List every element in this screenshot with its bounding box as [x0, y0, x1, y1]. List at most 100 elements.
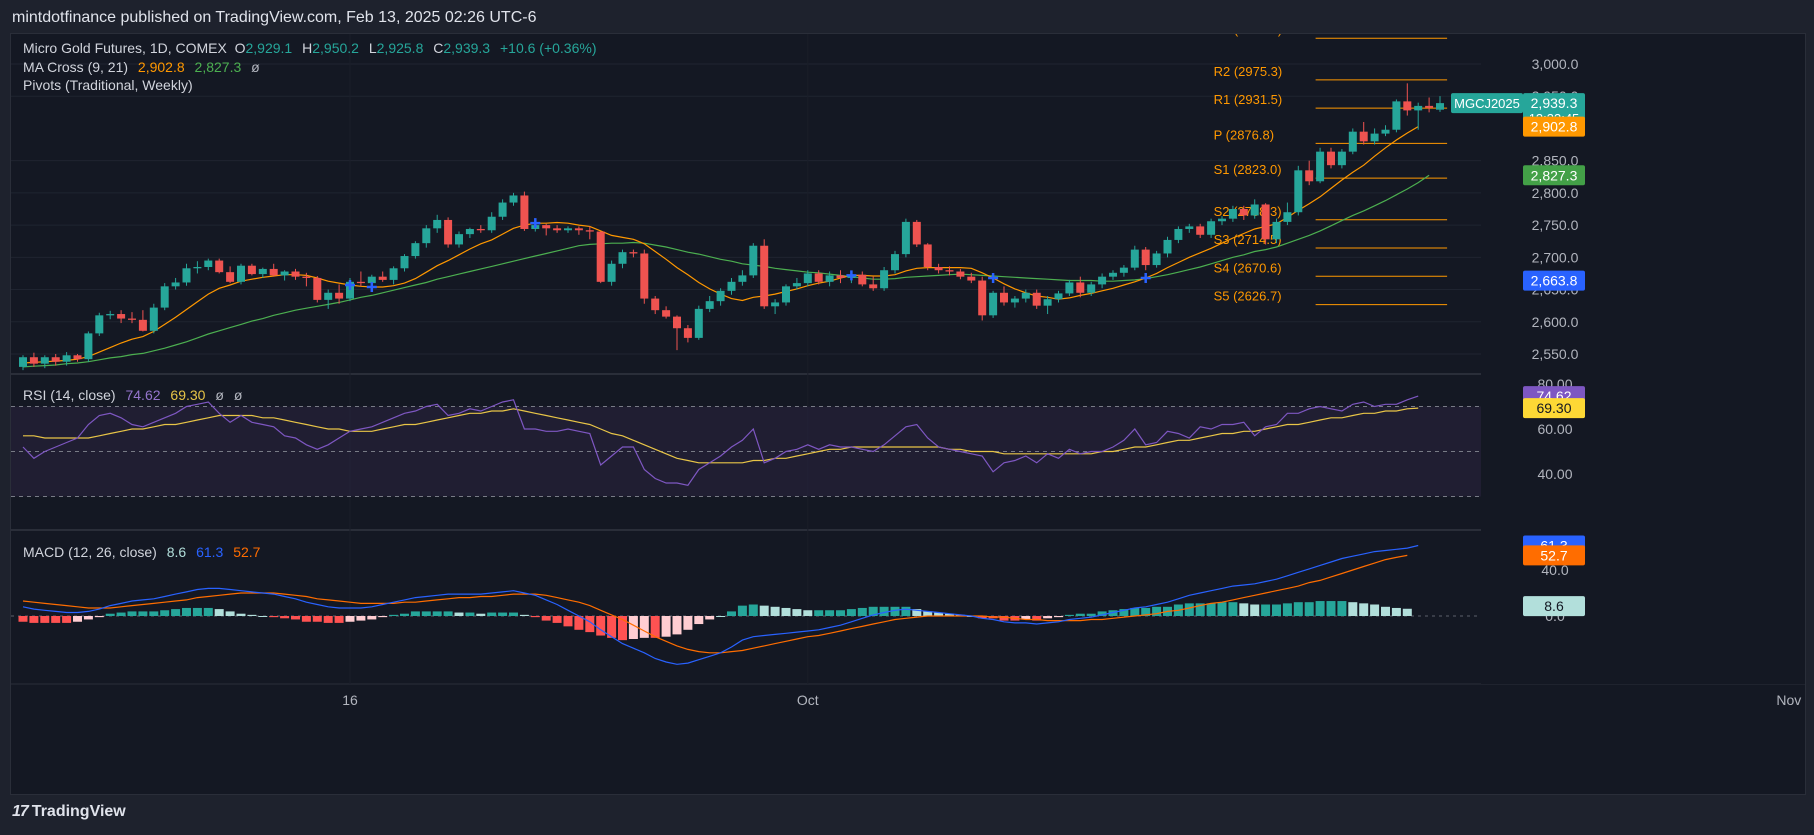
candle-body [564, 228, 572, 231]
price-tick-label: 2,700.0 [1532, 249, 1579, 265]
candle-body [1000, 292, 1008, 303]
candle-body [542, 225, 551, 229]
symbol-tag-text: MGCJ2025 [1454, 96, 1520, 111]
candle-body [520, 195, 529, 229]
macd-hist-bar [1250, 604, 1260, 616]
macd-tag-signal-text: 52.7 [1540, 547, 1567, 563]
macd-hist-bar [400, 613, 409, 616]
candle-body [313, 277, 322, 300]
candle-body [335, 292, 344, 299]
tradingview-logo[interactable]: 17 TradingView [12, 803, 126, 821]
candle-body [901, 221, 910, 255]
ma-cross-marker [988, 272, 999, 283]
macd-hist-bar [1075, 613, 1085, 616]
candle-body [1250, 204, 1259, 216]
candle-body [389, 268, 398, 280]
macd-hist-bar [1326, 601, 1336, 616]
candle-body [1425, 105, 1434, 108]
pivot-label: S3 (2714.5) [1214, 232, 1282, 247]
macd-hist-bar [465, 612, 475, 616]
candle-body [825, 275, 834, 282]
candle-body [1337, 151, 1346, 166]
macd-hist-bar [705, 616, 715, 620]
candle-body [912, 221, 921, 245]
macd-hist-bar [825, 610, 835, 616]
macd-hist-bar [672, 616, 682, 635]
ma-fast-value: 2,902.8 [137, 59, 185, 75]
price-tick-label: 2,800.0 [1532, 185, 1579, 201]
candle-body [487, 216, 496, 231]
candle-body [1152, 253, 1161, 266]
ma-cross-legend[interactable]: MA Cross (9, 21) 2,902.8 2,827.3 ø [23, 59, 260, 75]
price-tag-cross-text: 2,663.8 [1531, 273, 1578, 289]
candle-body [891, 254, 899, 271]
macd-hist-bar [509, 612, 518, 616]
macd-hist-bar [94, 616, 104, 618]
macd-hist-bar [258, 616, 268, 617]
macd-hist-bar [552, 616, 562, 623]
candle-body [1163, 239, 1172, 254]
macd-hist-bar [737, 605, 747, 616]
macd-hist-bar [73, 616, 82, 622]
candle-body [1076, 282, 1085, 293]
macd-hist-bar [814, 610, 824, 616]
macd-hist-bar [857, 607, 867, 616]
close-label: C [433, 40, 444, 56]
brand-name: TradingView [31, 803, 126, 820]
candle-body [215, 260, 224, 273]
rsi-null-icon: ø [215, 387, 224, 403]
chart-svg[interactable]: R3 (3040.0) R2 (2975.3) R1 (2931.5) P (2876… [11, 34, 1805, 794]
candle-body [1065, 282, 1074, 294]
candle-body [651, 298, 660, 311]
candle-body [1032, 292, 1041, 306]
macd-hist-bar [716, 616, 726, 617]
rsi-tick-label: 60.00 [1537, 421, 1572, 437]
macd-hist-bar [323, 616, 333, 623]
pivots-title: Pivots (Traditional, Weekly) [23, 77, 193, 93]
candle-body [1010, 298, 1019, 303]
candle-body [455, 234, 463, 245]
candle-body [193, 267, 202, 269]
chart-area[interactable]: R3 (3040.0) R2 (2975.3) R1 (2931.5) P (2876… [10, 33, 1806, 795]
candle-body [1098, 276, 1107, 285]
macd-hist-bar [421, 611, 431, 616]
candle-body [705, 301, 714, 309]
price-tag-price-text: 2,939.3 [1531, 95, 1578, 111]
price-tick-label: 3,000.0 [1532, 56, 1579, 72]
macd-hist-bar [530, 616, 540, 618]
low-label: L [368, 40, 377, 56]
pivots-legend[interactable]: Pivots (Traditional, Weekly) [23, 77, 193, 93]
macd-hist-bar [1315, 601, 1325, 616]
ma-null-icon: ø [251, 59, 260, 75]
candle-body [934, 267, 943, 271]
candle-body [1228, 209, 1237, 219]
macd-hist-bar [1304, 602, 1314, 616]
macd-legend[interactable]: MACD (12, 26, close) 8.6 61.3 52.7 [23, 544, 260, 560]
candle-body [738, 275, 747, 282]
candle-body [716, 290, 725, 302]
ma-slow-value: 2,827.3 [194, 59, 242, 75]
macd-hist-bar [454, 612, 464, 616]
macd-hist-bar [846, 609, 856, 616]
macd-hist-bar [160, 610, 170, 616]
candle-body [1087, 284, 1096, 293]
macd-hist-bar [498, 612, 508, 616]
candle-body [269, 268, 278, 276]
macd-hist-bar [1282, 603, 1292, 616]
rsi-legend[interactable]: RSI (14, close) 74.62 69.30 ø ø [23, 387, 242, 403]
candle-body [84, 333, 93, 360]
macd-hist-bar [171, 609, 181, 616]
macd-hist-bar [138, 611, 148, 616]
macd-hist-bar [389, 614, 399, 616]
candle-body [749, 245, 758, 276]
candle-body [138, 319, 147, 331]
macd-hist-bar [378, 616, 388, 618]
high-label: H [302, 40, 313, 56]
rsi-tick-label: 40.00 [1537, 466, 1572, 482]
candle-body [1054, 293, 1063, 300]
macd-hist-bar [1261, 604, 1271, 616]
macd-hist-bar [269, 616, 279, 618]
macd-hist-bar [225, 611, 235, 616]
candle-body [1043, 299, 1052, 306]
macd-hist-bar [345, 616, 355, 622]
